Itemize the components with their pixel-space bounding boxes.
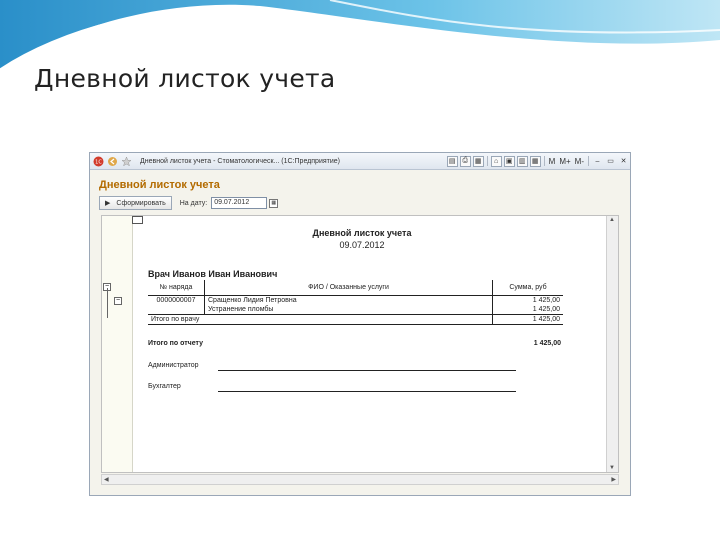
memory-button[interactable]: M (549, 157, 556, 166)
command-bar: ▶ Сформировать На дату: 09.07.2012 ▦ (99, 195, 279, 211)
report-table: № наряда ФИО / Оказанные услуги Сумма, р… (148, 280, 563, 325)
col-sum: Сумма, руб (492, 280, 563, 296)
memory-plus-button[interactable]: M+ (559, 157, 570, 166)
cell-order (148, 305, 205, 315)
calendar-picker-icon[interactable]: ▦ (269, 198, 279, 208)
generate-button-label: Сформировать (116, 199, 166, 207)
collapse-subgroup-icon[interactable]: − (114, 297, 122, 305)
1c-logo-icon: 1С (93, 156, 104, 167)
scroll-right-icon[interactable]: ▶ (611, 476, 616, 483)
save-icon[interactable]: ▤ (446, 155, 458, 167)
date-field[interactable]: 09.07.2012 (211, 197, 268, 209)
table-row[interactable]: 0000000007 Сращенко Лидия Петровна 1 425… (148, 295, 563, 305)
doctor-name: Врач Иванов Иван Иванович (148, 269, 278, 279)
signature-accountant-line (218, 391, 516, 392)
report-title: Дневной листок учета (312, 228, 412, 238)
calendar-icon[interactable]: ▦ (529, 155, 541, 167)
generate-button[interactable]: ▶ Сформировать (99, 196, 172, 210)
slide-title: Дневной листок учета (34, 64, 336, 93)
cell-sum: 1 425,00 (492, 305, 563, 315)
vertical-scrollbar[interactable]: ▲ ▼ (606, 216, 618, 472)
cell-sum: 1 425,00 (492, 295, 563, 305)
scroll-up-icon[interactable]: ▲ (608, 217, 616, 223)
cell-order: 0000000007 (156, 297, 196, 304)
star-favorite-icon[interactable] (121, 155, 132, 167)
signature-accountant-label: Бухгалтер (148, 383, 181, 390)
preview-icon[interactable]: ▦ (472, 155, 484, 167)
report-total-label: Итого по отчету (148, 340, 204, 347)
window-title: Дневной листок учета - Стоматологическ..… (140, 157, 340, 165)
grid-icon[interactable]: ▣ (503, 155, 515, 167)
horizontal-scrollbar[interactable]: ◀ ▶ (101, 474, 619, 485)
restore-icon[interactable]: ▭ (605, 156, 616, 167)
scroll-down-icon[interactable]: ▼ (608, 465, 616, 471)
date-label: На дату: (179, 199, 208, 207)
calculator-icon[interactable]: ▥ (516, 155, 528, 167)
signature-admin-line (218, 370, 516, 371)
sheet-corner (132, 216, 143, 224)
home-icon[interactable]: ⌂ (490, 155, 502, 167)
close-icon[interactable]: ✕ (618, 156, 629, 167)
col-order: № наряда (148, 280, 205, 296)
table-row[interactable]: Устранение пломбы 1 425,00 (148, 305, 563, 315)
svg-text:1С: 1С (95, 159, 102, 165)
play-icon: ▶ (105, 200, 111, 207)
grouping-gutter: − − (102, 216, 133, 472)
back-arrow-icon[interactable] (107, 156, 118, 167)
signature-admin-label: Администратор (148, 362, 199, 369)
report-sheet[interactable]: − − Дневной листок учета 09.07.2012 Врач… (101, 215, 619, 473)
scroll-left-icon[interactable]: ◀ (104, 476, 109, 483)
report-total-value: 1 425,00 (533, 340, 561, 347)
form-heading: Дневной листок учета (99, 179, 220, 191)
cell-name: Устранение пломбы (204, 305, 493, 315)
app-window: 1С Дневной листок учета - Стоматологичес… (89, 152, 631, 496)
decorative-swoosh (0, 0, 720, 72)
group-line (107, 288, 108, 318)
table-header: № наряда ФИО / Оказанные услуги Сумма, р… (148, 280, 563, 296)
cell-name: Сращенко Лидия Петровна (204, 295, 493, 305)
print-icon[interactable]: ⎙ (459, 155, 471, 167)
report-date: 09.07.2012 (339, 240, 385, 250)
doctor-total-value: 1 425,00 (492, 314, 563, 325)
col-name: ФИО / Оказанные услуги (204, 280, 493, 296)
minimize-icon[interactable]: – (592, 156, 603, 167)
memory-minus-button[interactable]: M- (575, 157, 584, 166)
doctor-total-row: Итого по врачу 1 425,00 (148, 314, 563, 325)
window-titlebar: 1С Дневной листок учета - Стоматологичес… (90, 153, 630, 170)
doctor-total-label: Итого по врачу (148, 314, 493, 325)
